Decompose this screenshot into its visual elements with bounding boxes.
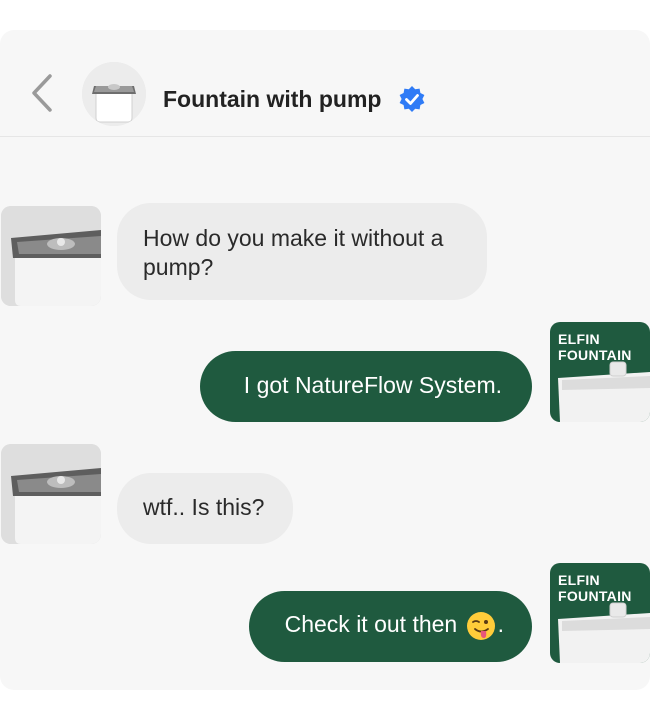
message-text: Check it out then	[284, 611, 458, 637]
fountain-product-icon	[1, 444, 101, 544]
verified-badge-icon	[399, 86, 425, 112]
message-suffix: .	[497, 611, 504, 637]
winking-face-with-tongue-icon	[466, 611, 495, 640]
sender-avatar[interactable]	[1, 206, 101, 306]
my-avatar[interactable]: ELFIN FOUNTAIN	[550, 322, 650, 422]
fountain-product-icon	[82, 62, 146, 126]
my-avatar[interactable]: ELFIN FOUNTAIN	[550, 563, 650, 663]
message-bubble[interactable]: How do you make it without a pump?	[117, 203, 487, 300]
message-text: wtf.. Is this?	[143, 494, 265, 520]
chat-header: Fountain with pump	[0, 30, 650, 137]
message-text: I got NatureFlow System.	[243, 372, 502, 398]
message-bubble[interactable]: I got NatureFlow System.	[200, 351, 532, 422]
fountain-product-icon	[1, 206, 101, 306]
contact-avatar[interactable]	[82, 62, 146, 126]
chat-window: Fountain with pump How do you make it wi…	[0, 30, 650, 690]
fountain-product-icon	[558, 361, 650, 422]
message-bubble[interactable]: wtf.. Is this?	[117, 473, 293, 544]
fountain-product-icon	[558, 602, 650, 663]
message-bubble[interactable]: Check it out then .	[249, 591, 532, 662]
sender-avatar[interactable]	[1, 444, 101, 544]
message-text: How do you make it without a pump?	[143, 225, 444, 280]
chevron-left-icon[interactable]	[28, 72, 58, 114]
contact-name: Fountain with pump	[163, 86, 382, 112]
